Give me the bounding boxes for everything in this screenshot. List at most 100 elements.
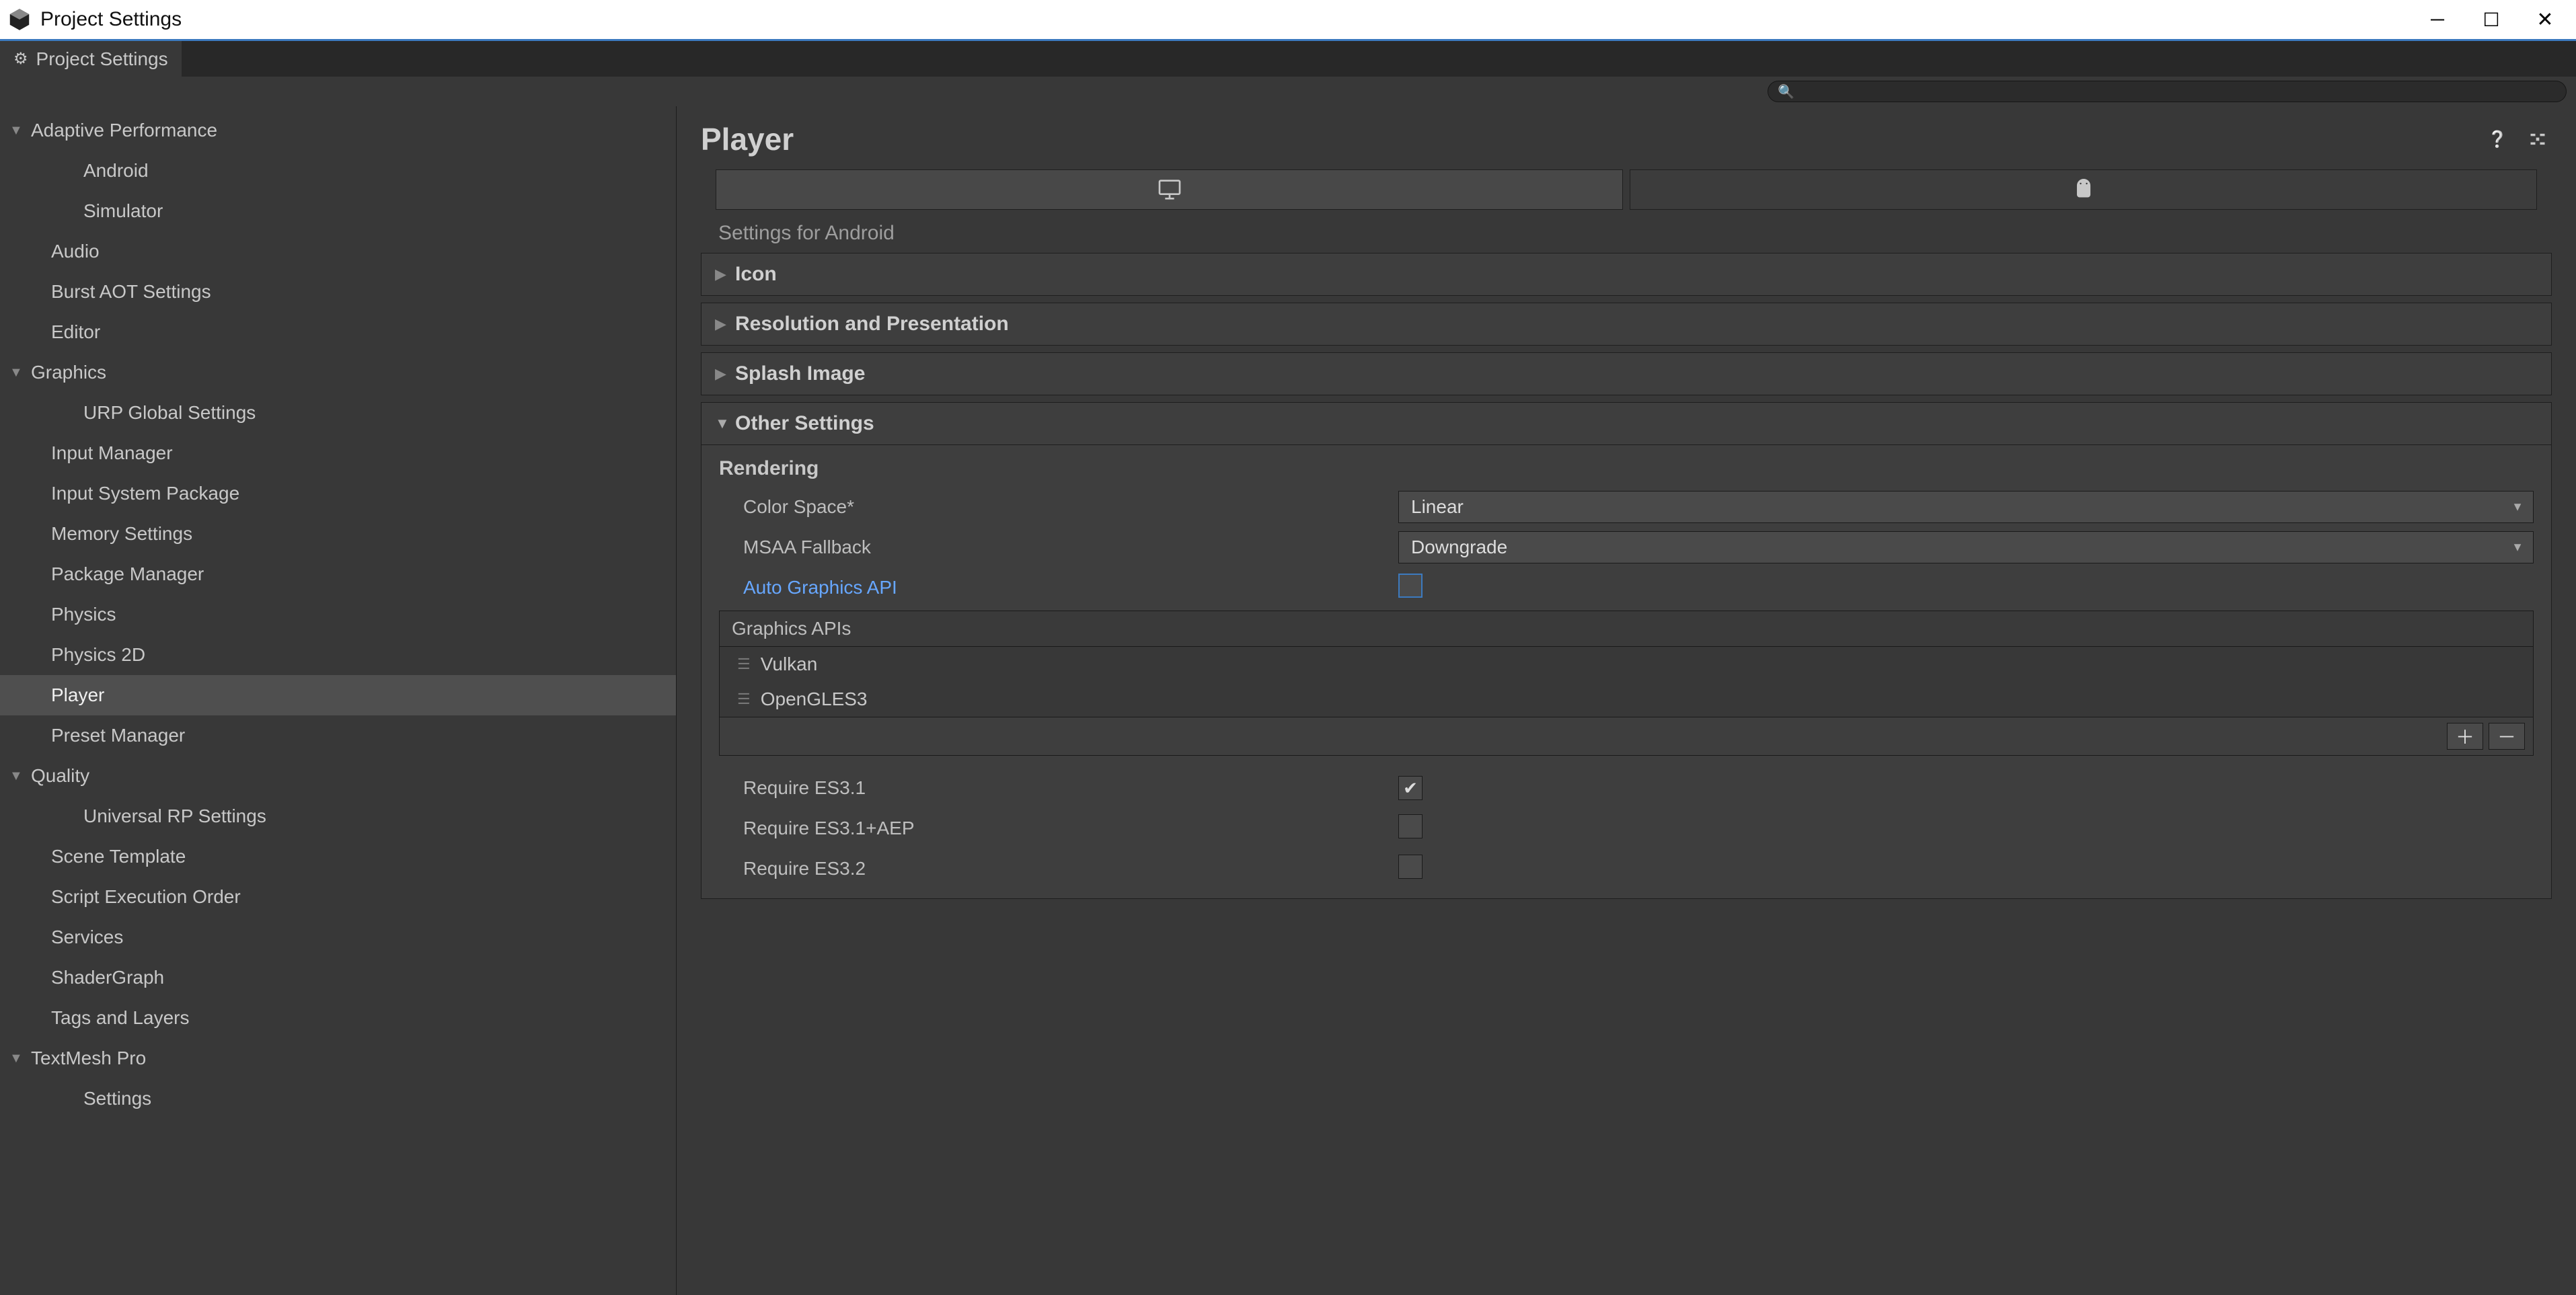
sidebar-item-input-manager[interactable]: Input Manager (0, 433, 676, 473)
sidebar-item-quality[interactable]: ▼Quality (0, 756, 676, 796)
sidebar-item-label: Universal RP Settings (83, 806, 266, 827)
graphics-apis-list: Graphics APIs ☰Vulkan☰OpenGLES3 ＋ － (719, 611, 2534, 756)
sidebar-item-universal-rp-settings[interactable]: Universal RP Settings (0, 796, 676, 836)
search-box[interactable]: 🔍 (1768, 81, 2567, 102)
sidebar-item-label: Memory Settings (51, 523, 192, 545)
gear-icon: ⚙ (13, 49, 28, 69)
chevron-down-icon: ▼ (715, 415, 735, 432)
help-button[interactable]: ❔ (2483, 125, 2511, 153)
graphics-apis-footer: ＋ － (720, 717, 2533, 755)
chevron-down-icon: ▼ (9, 1051, 30, 1066)
sidebar-item-textmesh-pro[interactable]: ▼TextMesh Pro (0, 1038, 676, 1078)
window-minimize-button[interactable]: ─ (2411, 0, 2464, 39)
label-require-es31: Require ES3.1 (719, 777, 1398, 799)
fold-label: Icon (735, 263, 777, 286)
label-require-es32: Require ES3.2 (719, 858, 1398, 879)
fold-label: Resolution and Presentation (735, 313, 1009, 336)
sidebar-item-android[interactable]: Android (0, 151, 676, 191)
preset-button[interactable] (2524, 125, 2552, 153)
window-title: Project Settings (40, 8, 182, 31)
unity-icon (7, 7, 32, 32)
sidebar-item-label: Input System Package (51, 483, 239, 504)
chevron-right-icon: ▶ (715, 266, 735, 283)
sidebar-item-label: Android (83, 160, 149, 182)
sidebar-item-label: Scene Template (51, 846, 186, 867)
chevron-down-icon: ▼ (9, 123, 30, 139)
sidebar-item-label: Input Manager (51, 442, 173, 464)
window-close-button[interactable]: ✕ (2518, 0, 2572, 39)
sidebar-item-label: Script Execution Order (51, 886, 241, 908)
checkbox-auto-graphics-api[interactable] (1398, 574, 1423, 598)
sidebar-item-audio[interactable]: Audio (0, 231, 676, 272)
sidebar-item-urp-global-settings[interactable]: URP Global Settings (0, 393, 676, 433)
sidebar-item-script-execution-order[interactable]: Script Execution Order (0, 877, 676, 917)
row-color-space: Color Space* Linear ▼ (719, 487, 2534, 527)
sidebar-item-physics[interactable]: Physics (0, 594, 676, 635)
chevron-right-icon: ▶ (715, 365, 735, 383)
minus-icon: － (2497, 723, 2516, 750)
sidebar-item-memory-settings[interactable]: Memory Settings (0, 514, 676, 554)
remove-graphics-api-button[interactable]: － (2489, 723, 2525, 750)
fold-splash-image[interactable]: ▶ Splash Image (701, 352, 2552, 395)
sidebar-item-scene-template[interactable]: Scene Template (0, 836, 676, 877)
sidebar-item-player[interactable]: Player (0, 675, 676, 715)
sidebar-item-simulator[interactable]: Simulator (0, 191, 676, 231)
label-require-es31aep: Require ES3.1+AEP (719, 818, 1398, 839)
platform-tab-android[interactable] (1630, 169, 2537, 210)
search-input[interactable] (1800, 83, 2556, 100)
help-icon: ❔ (2487, 130, 2507, 149)
sidebar-item-burst-aot-settings[interactable]: Burst AOT Settings (0, 272, 676, 312)
tab-project-settings[interactable]: ⚙ Project Settings (0, 41, 182, 77)
platform-tab-desktop[interactable] (716, 169, 1623, 210)
sidebar-item-editor[interactable]: Editor (0, 312, 676, 352)
sidebar-item-services[interactable]: Services (0, 917, 676, 957)
fold-resolution-presentation[interactable]: ▶ Resolution and Presentation (701, 303, 2552, 346)
checkbox-require-es31aep[interactable] (1398, 814, 1423, 838)
sidebar-item-label: Services (51, 927, 123, 948)
chevron-down-icon: ▼ (2511, 500, 2524, 514)
sidebar-item-package-manager[interactable]: Package Manager (0, 554, 676, 594)
sidebar-item-graphics[interactable]: ▼Graphics (0, 352, 676, 393)
graphics-api-item[interactable]: ☰ OpenGLES3 (720, 682, 2533, 717)
sidebar-item-adaptive-performance[interactable]: ▼Adaptive Performance (0, 110, 676, 151)
sidebar-item-preset-manager[interactable]: Preset Manager (0, 715, 676, 756)
graphics-api-name: OpenGLES3 (761, 689, 868, 710)
label-msaa-fallback: MSAA Fallback (719, 537, 1398, 558)
sidebar-item-shadergraph[interactable]: ShaderGraph (0, 957, 676, 998)
label-auto-graphics-api[interactable]: Auto Graphics API (719, 577, 1398, 598)
sidebar-item-input-system-package[interactable]: Input System Package (0, 473, 676, 514)
page-title: Player (701, 121, 2471, 157)
checkbox-require-es32[interactable] (1398, 855, 1423, 879)
search-icon: 🔍 (1778, 83, 1794, 100)
desktop-icon (1156, 176, 1183, 203)
sidebar-item-label: Editor (51, 321, 100, 343)
sidebar-item-label: Audio (51, 241, 100, 262)
sidebar-item-physics-2d[interactable]: Physics 2D (0, 635, 676, 675)
checkbox-require-es31[interactable]: ✔ (1398, 776, 1423, 800)
graphics-api-item[interactable]: ☰Vulkan (720, 647, 2533, 682)
chevron-down-icon: ▼ (9, 769, 30, 784)
dropdown-color-space[interactable]: Linear ▼ (1398, 491, 2534, 523)
sidebar-item-label: Tags and Layers (51, 1007, 189, 1029)
fold-other-settings[interactable]: ▼ Other Settings (701, 402, 2552, 445)
fold-label: Splash Image (735, 362, 865, 385)
dropdown-value: Downgrade (1411, 537, 1507, 558)
dropdown-msaa-fallback[interactable]: Downgrade ▼ (1398, 531, 2534, 563)
fold-other-settings-body: Rendering Color Space* Linear ▼ MSAA Fal… (701, 445, 2552, 899)
drag-handle-icon[interactable]: ☰ (737, 656, 749, 673)
preset-icon (2528, 130, 2547, 149)
sidebar-item-label: Adaptive Performance (31, 120, 217, 141)
sidebar-item-tags-and-layers[interactable]: Tags and Layers (0, 998, 676, 1038)
platform-tabs (701, 169, 2552, 210)
drag-handle-icon[interactable]: ☰ (737, 691, 749, 708)
fold-icon[interactable]: ▶ Icon (701, 253, 2552, 296)
row-require-es32: Require ES3.2 (719, 849, 2534, 889)
window-maximize-button[interactable]: ☐ (2464, 0, 2518, 39)
toolbar-row: 🔍 (0, 77, 2576, 106)
label-color-space: Color Space* (719, 496, 1398, 518)
sidebar-item-label: Player (51, 684, 104, 706)
add-graphics-api-button[interactable]: ＋ (2447, 723, 2483, 750)
sidebar-item-label: Simulator (83, 200, 163, 222)
sidebar-item-label: Quality (31, 765, 89, 787)
sidebar-item-settings[interactable]: Settings (0, 1078, 676, 1119)
